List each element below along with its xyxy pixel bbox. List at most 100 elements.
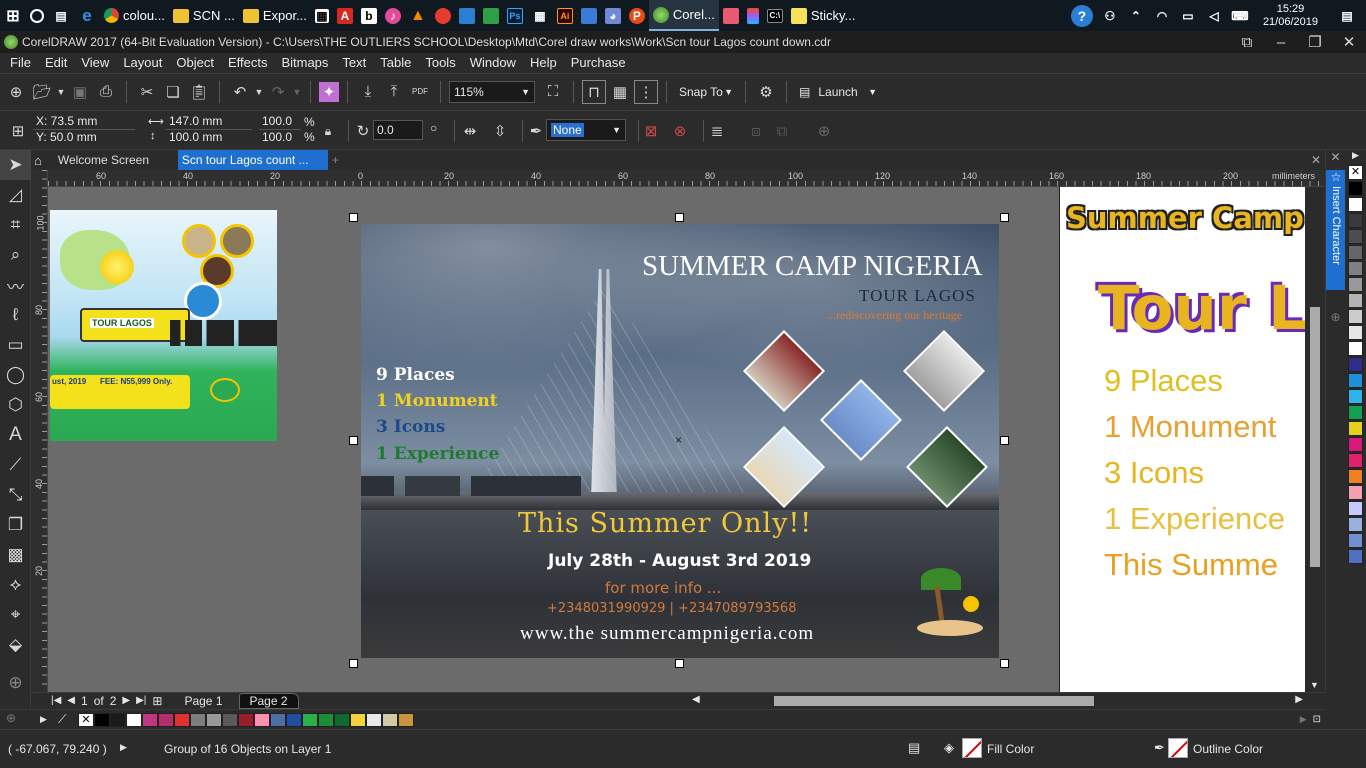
dropdown-arrow-icon[interactable]: ▼ — [56, 80, 66, 104]
selection-handle-br[interactable] — [1000, 659, 1009, 668]
home-icon[interactable]: ⌂ — [30, 153, 46, 168]
wifi-button[interactable]: ◠ — [1149, 0, 1175, 31]
scroll-thumb[interactable] — [1310, 307, 1320, 567]
outline-width-select[interactable]: None ▼ — [546, 119, 626, 141]
add-tool-icon[interactable]: ⊕ — [0, 668, 31, 698]
palette-scroll-right[interactable]: ▶ — [1300, 714, 1313, 725]
full-screen-icon[interactable]: ⛶ — [541, 80, 565, 104]
help-button[interactable]: ? — [1067, 0, 1097, 31]
palette-scroll-left[interactable]: ▶ — [40, 714, 58, 725]
itunes-button[interactable]: ♪ — [381, 0, 405, 31]
paste-icon[interactable]: 📋︎ — [187, 80, 211, 104]
maximize-button[interactable]: ❐ — [1298, 30, 1332, 54]
color-swatch[interactable] — [142, 712, 158, 727]
mirror-vertical-icon[interactable]: ⇳ — [488, 119, 512, 143]
color-swatch[interactable] — [1348, 501, 1363, 516]
color-swatch[interactable] — [1348, 389, 1363, 404]
color-swatch[interactable] — [1348, 405, 1363, 420]
crop-tool-icon[interactable]: ⌗ — [0, 210, 31, 240]
menu-text[interactable]: Text — [335, 53, 373, 73]
figma-button[interactable] — [743, 0, 763, 31]
flyer-thumbnail[interactable]: TOUR LAGOS ust, 2019 FEE: N55,999 Only. — [50, 210, 277, 441]
color-swatch[interactable] — [222, 712, 238, 727]
color-swatch[interactable] — [1348, 261, 1363, 276]
last-page-icon[interactable]: ▶| — [136, 695, 146, 706]
freehand-tool-icon[interactable]: 〰 — [0, 270, 31, 300]
parallel-dimension-icon[interactable]: ⟋ — [0, 450, 31, 480]
color-swatch[interactable] — [94, 712, 110, 727]
illustrator-button[interactable]: Ai — [553, 0, 577, 31]
color-swatch[interactable] — [190, 712, 206, 727]
color-swatch[interactable] — [1348, 309, 1363, 324]
search-content-icon[interactable]: ✦ — [319, 81, 339, 102]
taskbar-app-coreldraw[interactable]: Corel... — [648, 0, 719, 31]
artistic-media-icon[interactable]: ℓ — [0, 300, 31, 330]
terminal-button[interactable]: C:\ — [763, 0, 787, 31]
outline-none-swatch[interactable] — [1168, 738, 1188, 758]
palette-add-icon[interactable]: ⊕ — [6, 711, 16, 725]
color-swatch[interactable] — [382, 712, 398, 727]
undo-icon[interactable]: ↶ — [228, 80, 252, 104]
color-swatch[interactable] — [1348, 197, 1363, 212]
color-swatch[interactable] — [126, 712, 142, 727]
store-button[interactable]: ▦ — [311, 0, 333, 31]
y-position-field[interactable]: Y: 50.0 mm — [33, 130, 135, 146]
color-swatch[interactable] — [334, 712, 350, 727]
color-swatch[interactable] — [302, 712, 318, 727]
close-tab-icon[interactable]: ✕ — [1307, 153, 1325, 167]
calculator-button[interactable]: ▦ — [527, 0, 553, 31]
selection-handle-tl[interactable] — [349, 213, 358, 222]
show-guidelines-icon[interactable]: ⋮ — [634, 79, 658, 104]
app-button-16[interactable] — [719, 0, 743, 31]
width-field[interactable]: 147.0 mm — [166, 114, 252, 130]
palette-collapse-icon[interactable]: ▶ — [1345, 150, 1366, 164]
docker-add-icon[interactable]: ⊕ — [1326, 310, 1345, 324]
color-proof-icon[interactable]: ▤ — [908, 740, 920, 756]
edge-button[interactable]: e — [74, 0, 100, 31]
color-swatch[interactable] — [286, 712, 302, 727]
vlc-button[interactable]: ▲ — [405, 0, 431, 31]
pick-tool-icon[interactable]: ➤ — [0, 150, 31, 180]
page-tab-1[interactable]: Page 1 — [174, 694, 232, 708]
start-button[interactable]: ⊞ — [0, 0, 26, 31]
scale-x-field[interactable]: 100.0 — [259, 114, 301, 130]
shape-tool-icon[interactable]: ◿ — [0, 180, 31, 210]
photoshop-button[interactable]: Ps — [503, 0, 527, 31]
color-swatch[interactable] — [206, 712, 222, 727]
color-swatch[interactable] — [174, 712, 190, 727]
restore-icon[interactable]: ⧉ — [1230, 30, 1264, 54]
color-swatch[interactable] — [398, 712, 414, 727]
menu-effects[interactable]: Effects — [221, 53, 275, 73]
color-swatch[interactable] — [1348, 485, 1363, 500]
color-swatch[interactable] — [254, 712, 270, 727]
export-icon[interactable]: ⤒ — [382, 80, 406, 104]
drop-shadow-icon[interactable]: ❐ — [0, 510, 31, 540]
minimize-button[interactable]: – — [1264, 30, 1298, 54]
color-swatch[interactable] — [318, 712, 334, 727]
selection-handle-bm[interactable] — [675, 659, 684, 668]
color-swatch[interactable] — [110, 712, 126, 727]
x-position-field[interactable]: X: 73.5 mm — [33, 114, 135, 130]
color-swatch[interactable] — [1348, 469, 1363, 484]
vertical-ruler[interactable]: 100 80 60 40 20 — [31, 170, 48, 692]
menu-tools[interactable]: Tools — [418, 53, 462, 73]
selection-handle-tr[interactable] — [1000, 213, 1009, 222]
mirror-horizontal-icon[interactable]: ⇹ — [458, 119, 482, 143]
no-color-swatch[interactable]: ✕ — [1348, 165, 1363, 180]
palette-menu-icon[interactable]: ⊡ — [1313, 714, 1325, 725]
add-icon[interactable]: ⊕ — [812, 119, 836, 143]
group-icon[interactable]: ⊠ — [639, 119, 663, 143]
menu-file[interactable]: File — [3, 53, 38, 73]
snap-to-select[interactable]: Snap To ▼ — [675, 81, 737, 103]
rotation-angle-field[interactable]: 0.0 — [373, 120, 423, 140]
discord-button[interactable]: ◕ — [601, 0, 625, 31]
redo-dropdown-icon[interactable]: ▼ — [292, 80, 302, 104]
fill-none-swatch[interactable] — [962, 738, 982, 758]
launch-select[interactable]: ▤ Launch ▼ — [795, 81, 881, 103]
horizontal-scrollbar[interactable]: ◀ ▶ — [682, 693, 1325, 709]
color-swatch[interactable] — [1348, 213, 1363, 228]
color-swatch[interactable] — [1348, 453, 1363, 468]
color-swatch[interactable] — [1348, 549, 1363, 564]
lock-ratio-icon[interactable]: 🔒︎ — [316, 119, 340, 143]
ellipse-tool-icon[interactable]: ◯ — [0, 360, 31, 390]
